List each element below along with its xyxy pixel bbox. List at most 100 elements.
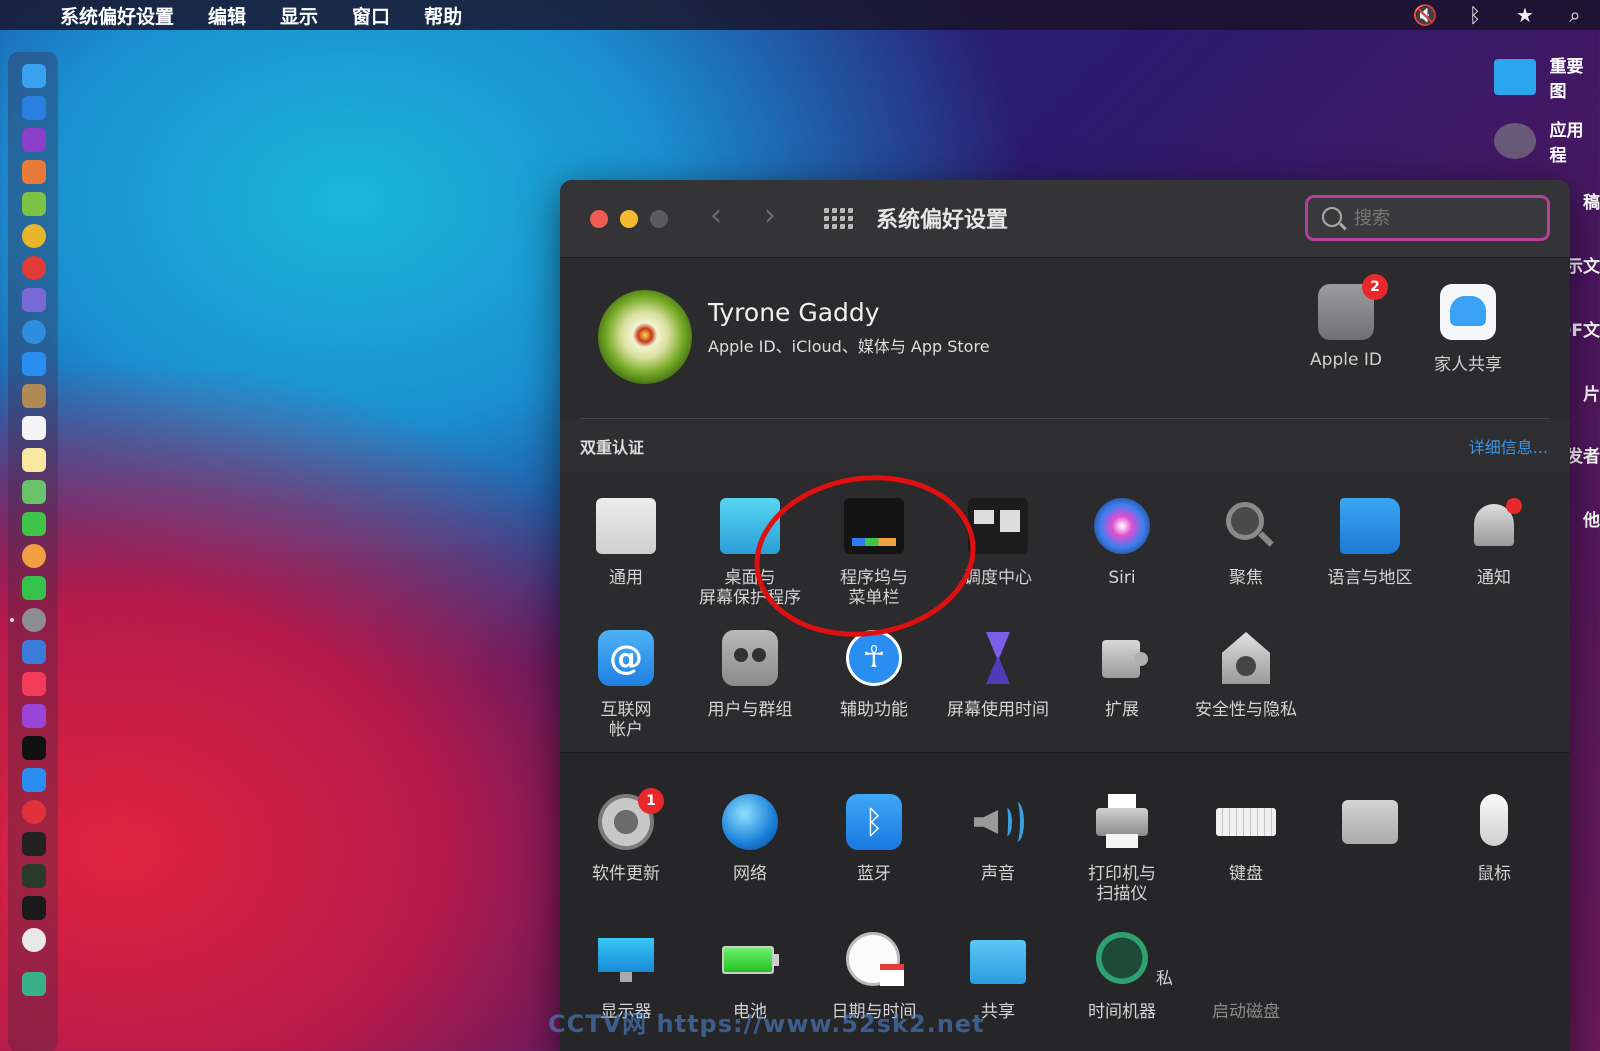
running-indicator (10, 618, 14, 622)
pref-bluetooth[interactable]: ᛒ 蓝牙 (815, 794, 933, 884)
family-sharing-pref[interactable]: 家人共享 (1413, 284, 1523, 375)
pref-network[interactable]: 网络 (691, 794, 809, 884)
app-icon[interactable] (22, 256, 46, 280)
app-icon[interactable] (22, 288, 46, 312)
yandex-icon[interactable] (22, 928, 46, 952)
contacts-icon[interactable] (22, 384, 46, 408)
app-icon[interactable] (22, 972, 46, 996)
apple-tv-icon[interactable] (22, 736, 46, 760)
podcasts-icon[interactable] (22, 704, 46, 728)
family-sharing-label: 家人共享 (1434, 355, 1502, 375)
pref-label: 通知 (1477, 568, 1511, 588)
pref-printers-scanners[interactable]: 打印机与 扫描仪 (1063, 794, 1181, 904)
photos-icon[interactable] (22, 544, 46, 568)
mail-icon[interactable] (22, 352, 46, 376)
apple-id-icon: 2 (1318, 274, 1388, 340)
mute-icon[interactable]: 🔇 (1400, 3, 1450, 27)
pref-accessibility[interactable]: ☥ 辅助功能 (815, 630, 933, 720)
menu-edit[interactable]: 编辑 (208, 2, 246, 29)
pref-startup-disk[interactable]: 启动磁盘 (1187, 932, 1305, 1022)
vivaldi-icon[interactable] (22, 800, 46, 824)
details-link[interactable]: 详细信息... (1469, 434, 1548, 458)
time-machine-icon (1092, 932, 1152, 988)
bluetooth-icon: ᛒ (846, 794, 902, 850)
trackpad-icon (1340, 794, 1400, 850)
pref-mouse[interactable]: 鼠标 (1435, 794, 1553, 884)
divider (580, 418, 1550, 419)
notification-badge: 2 (1362, 274, 1388, 300)
messages-icon[interactable] (22, 512, 46, 536)
bluetooth-icon[interactable]: ᛒ (1450, 3, 1500, 27)
pref-software-update[interactable]: 1 软件更新 (567, 788, 685, 884)
show-all-grid-icon[interactable] (824, 208, 854, 230)
keynote-icon[interactable] (22, 640, 46, 664)
terminal-icon[interactable] (22, 832, 46, 856)
console-icon[interactable] (22, 896, 46, 920)
pref-users-groups[interactable]: 用户与群组 (691, 630, 809, 720)
app-store-icon[interactable] (22, 768, 46, 792)
zoom-button[interactable] (650, 210, 668, 228)
system-preferences-window: ‹ › 系统偏好设置 Tyrone Gaddy Apple ID、iCloud、… (560, 180, 1570, 1051)
safari-icon[interactable] (22, 96, 46, 120)
notification-badge: 1 (638, 788, 664, 814)
pref-internet-accounts[interactable]: @ 互联网 帐户 (567, 630, 685, 740)
sharing-folder-icon (968, 932, 1028, 988)
pref-label: 鼠标 (1477, 864, 1511, 884)
finder-icon[interactable] (22, 64, 46, 88)
pref-label: 用户与群组 (707, 700, 793, 720)
star-icon[interactable]: ★ (1500, 3, 1550, 27)
close-button[interactable] (590, 210, 608, 228)
pref-screen-time[interactable]: 屏幕使用时间 (939, 630, 1057, 720)
calendar-icon[interactable] (22, 416, 46, 440)
pref-security-privacy[interactable]: 安全性与隐私 (1187, 630, 1305, 720)
maps-icon[interactable] (22, 480, 46, 504)
desktop-folder[interactable]: 重要图 (1494, 52, 1600, 102)
launchpad-icon[interactable] (22, 160, 46, 184)
search-input[interactable] (1354, 205, 1534, 231)
pref-extensions[interactable]: 扩展 (1063, 630, 1181, 720)
disk-icon (1216, 932, 1276, 988)
flag-globe-icon (1340, 498, 1400, 554)
music-icon[interactable] (22, 672, 46, 696)
chrome-icon[interactable] (22, 224, 46, 248)
users-icon (722, 630, 778, 686)
minimize-button[interactable] (620, 210, 638, 228)
pref-keyboard[interactable]: 键盘 (1187, 794, 1305, 884)
pref-label: 打印机与 扫描仪 (1088, 864, 1156, 904)
system-preferences-icon[interactable] (22, 608, 46, 632)
pref-label: 互联网 帐户 (600, 700, 652, 740)
pref-general[interactable]: 通用 (567, 498, 685, 588)
safari-compass-icon[interactable] (22, 320, 46, 344)
pref-language-region[interactable]: 语言与地区 (1311, 498, 1429, 588)
avatar[interactable] (598, 290, 692, 384)
pref-label: 语言与地区 (1327, 568, 1413, 588)
menu-window[interactable]: 窗口 (352, 2, 390, 29)
apple-id-pref[interactable]: 2 Apple ID (1291, 274, 1401, 370)
desktop-app-label: 应用程 (1549, 121, 1584, 166)
pref-spotlight[interactable]: 聚焦 (1187, 498, 1305, 588)
menu-help[interactable]: 帮助 (424, 2, 462, 29)
search-field[interactable] (1305, 195, 1550, 241)
gear-icon: 1 (598, 788, 664, 850)
activity-monitor-icon[interactable] (22, 864, 46, 888)
facetime-icon[interactable] (22, 576, 46, 600)
desktop-app[interactable]: 应用程 (1494, 116, 1600, 166)
pref-trackpad[interactable] (1311, 794, 1429, 864)
pref-label: 安全性与隐私 (1195, 700, 1297, 720)
pref-label: 蓝牙 (857, 864, 891, 884)
siri-icon[interactable] (22, 128, 46, 152)
mission-control-icon (968, 498, 1028, 554)
pref-siri[interactable]: Siri (1063, 498, 1181, 588)
android-icon[interactable] (22, 192, 46, 216)
notes-icon[interactable] (22, 448, 46, 472)
menu-app-name[interactable]: 系统偏好设置 (60, 2, 174, 29)
search-icon[interactable]: ⌕ (1550, 3, 1600, 27)
pref-label: 启动磁盘 (1212, 1002, 1280, 1022)
back-arrow-icon[interactable]: ‹ (710, 198, 722, 233)
pref-sound[interactable]: 声音 (939, 794, 1057, 884)
bell-icon (1464, 498, 1524, 554)
menu-view[interactable]: 显示 (280, 2, 318, 29)
forward-arrow-icon[interactable]: › (764, 198, 776, 233)
account-name[interactable]: Tyrone Gaddy (708, 298, 880, 327)
pref-notifications[interactable]: 通知 (1435, 498, 1553, 588)
